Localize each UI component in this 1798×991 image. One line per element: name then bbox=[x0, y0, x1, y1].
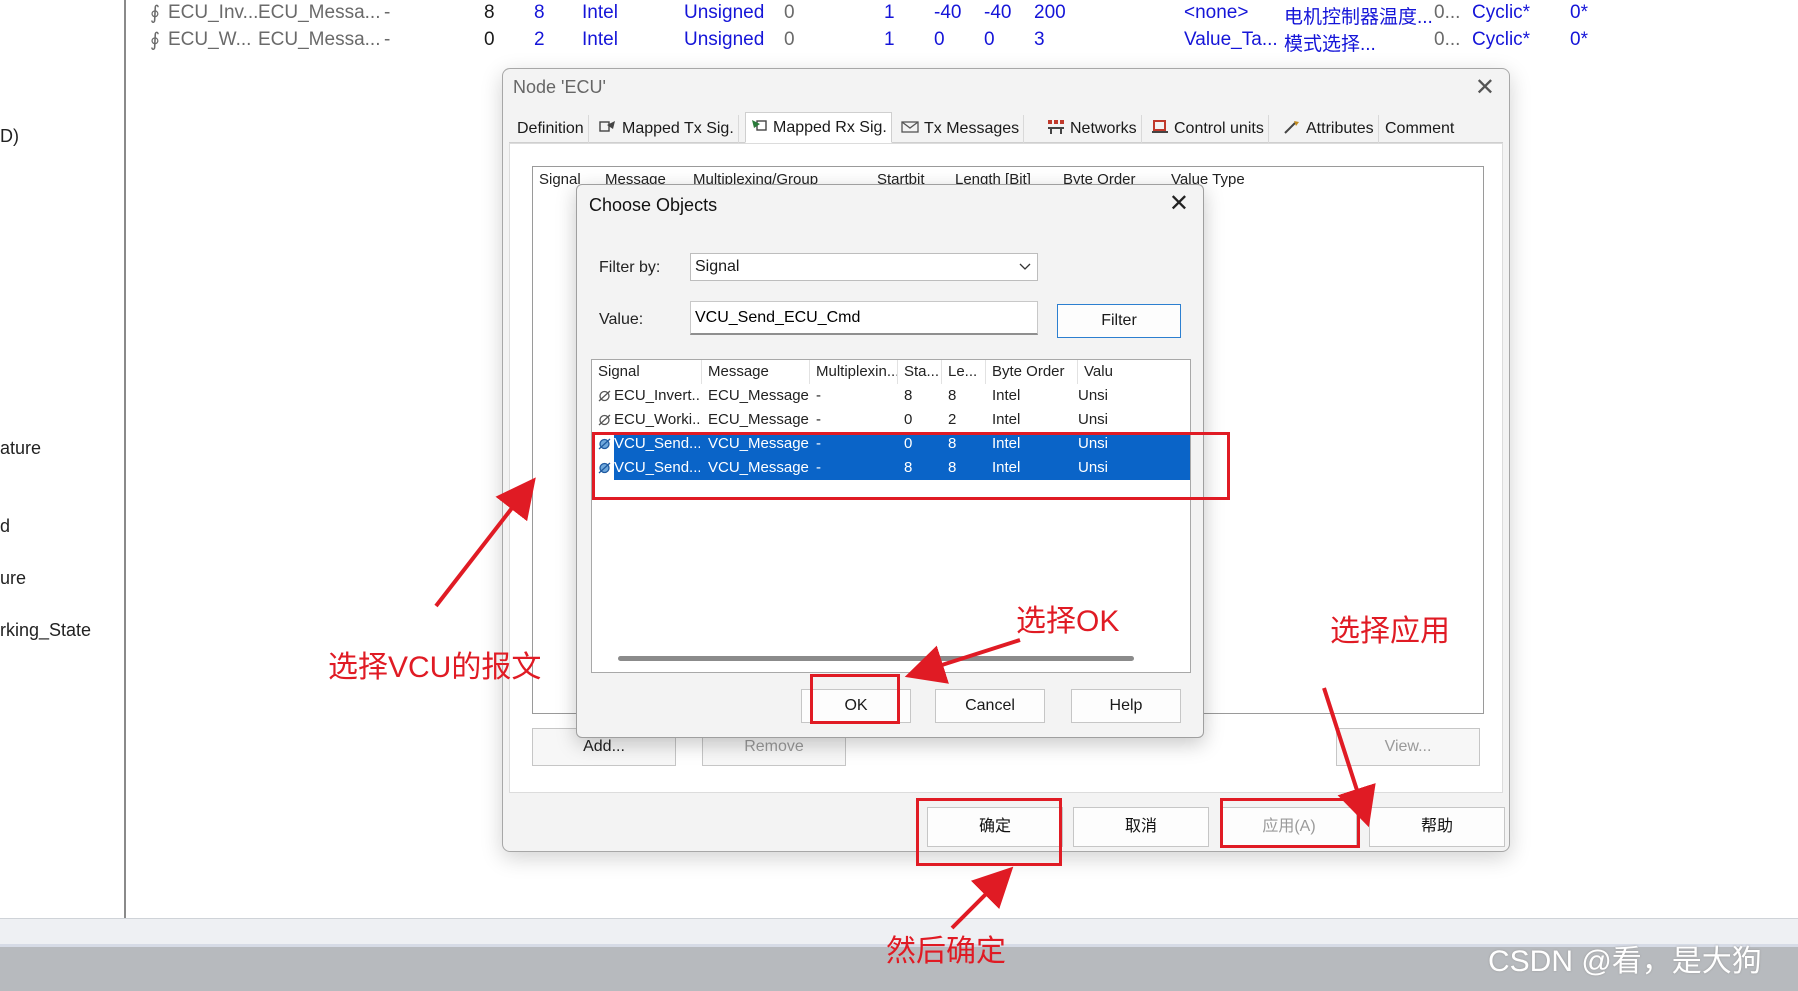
annotation-select-vcu: 选择VCU的报文 bbox=[328, 651, 542, 684]
annotation-arrows bbox=[434, 477, 1376, 930]
arrow-to-ok-button bbox=[904, 638, 1021, 684]
watermark: CSDN @看，是大狗 bbox=[1488, 945, 1762, 978]
annotation-select-ok: 选择OK bbox=[1016, 605, 1120, 638]
arrow-to-confirm-button bbox=[950, 866, 1014, 930]
arrow-to-apply-button bbox=[1322, 687, 1376, 828]
arrow-to-selected-rows bbox=[434, 477, 536, 608]
annotation-then-confirm: 然后确定 bbox=[886, 935, 1006, 968]
annotation-select-apply: 选择应用 bbox=[1330, 615, 1450, 648]
